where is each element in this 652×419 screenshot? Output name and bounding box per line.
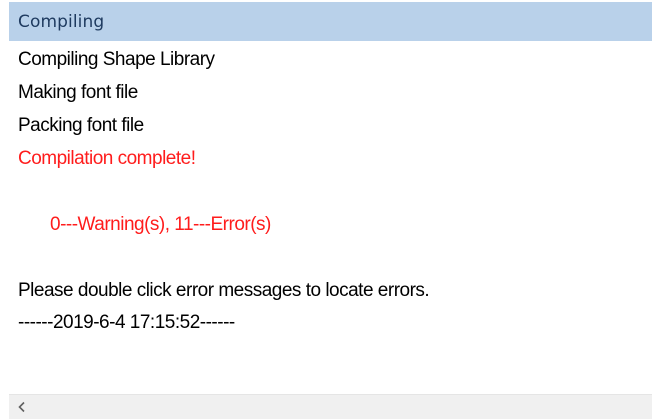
output-line-compiling-shape-library[interactable]: Compiling Shape Library (18, 47, 215, 73)
output-line-warning-error-summary[interactable]: 0---Warning(s), 11---Error(s) (50, 212, 271, 238)
output-line-timestamp[interactable]: ------2019-6-4 17:15:52------ (18, 310, 235, 336)
chevron-left-icon (17, 401, 25, 413)
output-line-making-font-file[interactable]: Making font file (18, 80, 138, 106)
header-title: Compiling (18, 11, 105, 32)
output-line-compilation-complete[interactable]: Compilation complete! (18, 146, 196, 172)
compile-output-panel: Compiling Compiling Shape Library Making… (0, 0, 652, 419)
output-line-instruction[interactable]: Please double click error messages to lo… (18, 278, 430, 304)
output-header: Compiling (9, 2, 652, 41)
output-line-packing-font-file[interactable]: Packing font file (18, 113, 144, 139)
horizontal-scrollbar[interactable] (9, 394, 652, 419)
scroll-track[interactable] (34, 395, 652, 419)
scroll-left-button[interactable] (9, 395, 34, 419)
